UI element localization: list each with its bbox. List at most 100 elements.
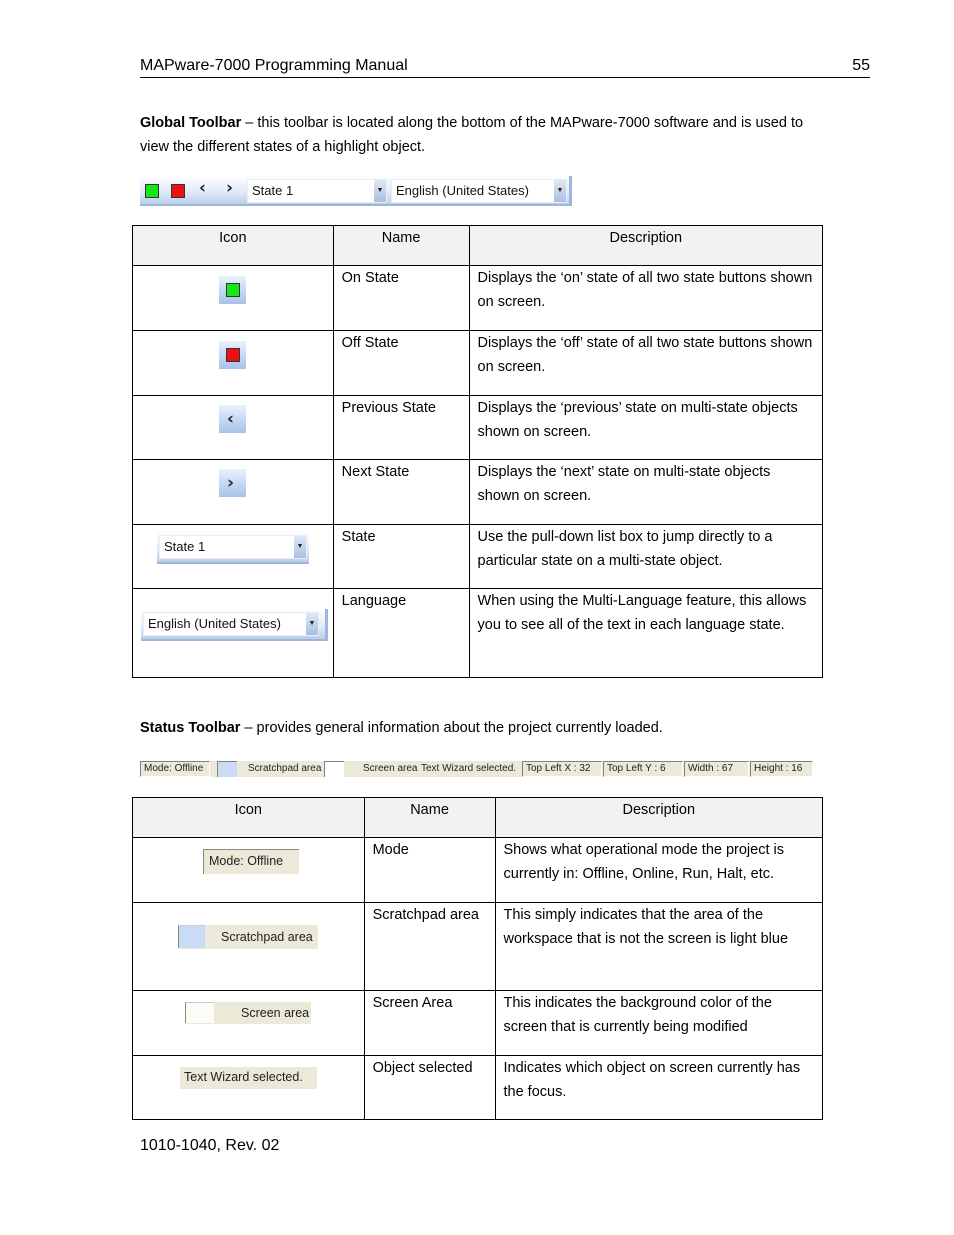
table-row: Scratchpad area Scratchpad area This sim… <box>132 902 823 991</box>
page-number: 55 <box>852 57 870 74</box>
description-cell: Use the pull-down list box to jump direc… <box>468 524 824 589</box>
name-cell: Mode <box>363 837 496 903</box>
scratchpad-color-swatch <box>217 761 237 777</box>
table-row: ‹ Previous State Displays the ‘previous’… <box>132 395 824 460</box>
column-header-description: Description <box>468 225 824 266</box>
icon-cell: Scratchpad area <box>132 902 365 991</box>
status-toolbar-intro: Status Toolbar – provides general inform… <box>140 716 830 740</box>
name-cell: Language <box>332 588 470 678</box>
description-cell: This indicates the background color of t… <box>494 990 823 1056</box>
language-select-value: English (United States) <box>148 616 281 631</box>
column-header-description: Description <box>494 797 823 838</box>
name-cell: State <box>332 524 470 589</box>
name-cell: Next State <box>332 459 470 525</box>
icon-cell: State 1 ▼ <box>132 524 334 589</box>
manual-title: MAPware-7000 Programming Manual <box>140 57 408 74</box>
icon-cell: Text Wizard selected. <box>132 1055 365 1120</box>
state-select: State 1 ▼ <box>159 535 307 559</box>
global-toolbar-intro: Global Toolbar – this toolbar is located… <box>140 111 830 159</box>
icon-cell: Mode: Offline <box>132 837 365 903</box>
mode-pane-image: Mode: Offline <box>203 849 299 874</box>
table-row: › Next State Displays the ‘next’ state o… <box>132 459 824 525</box>
chevron-down-icon[interactable]: ▼ <box>554 180 566 202</box>
name-cell: Object selected <box>363 1055 496 1120</box>
on-state-icon <box>219 276 246 304</box>
icon-cell: Screen area <box>132 990 365 1056</box>
width-pane: Width : 67 <box>684 761 749 777</box>
table-row: Screen area Screen Area This indicates t… <box>132 990 823 1056</box>
table-row: Mode: Offline Mode Shows what operationa… <box>132 837 823 903</box>
description-cell: Displays the ‘next’ state on multi-state… <box>468 459 824 525</box>
status-toolbar-heading: Status Toolbar <box>140 720 241 736</box>
chevron-right-icon: › <box>227 473 235 493</box>
name-cell: Screen Area <box>363 990 496 1056</box>
language-select: English (United States) ▼ <box>143 612 319 636</box>
table-row: English (United States) ▼ Language When … <box>132 588 824 678</box>
column-header-icon: Icon <box>132 225 334 266</box>
on-state-icon[interactable] <box>145 184 159 198</box>
selected-object-label: Text Wizard selected. <box>421 763 517 774</box>
column-header-name: Name <box>332 225 470 266</box>
name-cell: On State <box>332 265 470 331</box>
status-toolbar-table: Icon Name Description Mode: Offline Mode… <box>132 797 823 1120</box>
global-toolbar-table: Icon Name Description On State Displays … <box>132 225 824 678</box>
previous-state-icon: ‹ <box>219 405 246 433</box>
screen-color-swatch <box>324 761 344 777</box>
chevron-left-icon: ‹ <box>227 409 235 429</box>
screen-color-swatch <box>185 1002 214 1023</box>
top-left-y-pane: Top Left Y : 6 <box>603 761 683 777</box>
screen-label: Screen area <box>241 1006 310 1020</box>
global-toolbar-heading: Global Toolbar <box>140 115 242 131</box>
name-cell: Off State <box>332 330 470 396</box>
scratchpad-label: Scratchpad area <box>248 763 322 774</box>
chevron-down-icon: ▼ <box>306 613 318 635</box>
language-select-value: English (United States) <box>396 183 529 198</box>
language-dropdown-image: English (United States) ▼ <box>141 609 328 641</box>
description-cell: This simply indicates that the area of t… <box>494 902 823 991</box>
page-header: MAPware-7000 Programming Manual 55 <box>140 57 870 78</box>
scratchpad-label: Scratchpad area <box>221 930 313 944</box>
description-cell: When using the Multi-Language feature, t… <box>468 588 824 678</box>
icon-cell: › <box>132 459 334 525</box>
description-cell: Displays the ‘previous’ state on multi-s… <box>468 395 824 460</box>
icon-cell <box>132 265 334 331</box>
off-state-icon <box>219 341 246 369</box>
state-select-value: State 1 <box>164 539 206 554</box>
height-pane: Height : 16 <box>750 761 813 777</box>
table-row: State 1 ▼ State Use the pull-down list b… <box>132 524 824 589</box>
status-toolbar: Mode: Offline Scratchpad area Screen are… <box>140 761 813 777</box>
table-row: On State Displays the ‘on’ state of all … <box>132 265 824 331</box>
icon-cell: ‹ <box>132 395 334 460</box>
chevron-left-icon[interactable]: ‹ <box>199 178 206 198</box>
chevron-down-icon[interactable]: ▼ <box>374 180 386 202</box>
icon-cell <box>132 330 334 396</box>
column-header-icon: Icon <box>132 797 365 838</box>
mode-pane: Mode: Offline <box>140 761 210 777</box>
table-row: Off State Displays the ‘off’ state of al… <box>132 330 824 396</box>
table-row: Text Wizard selected. Object selected In… <box>132 1055 823 1120</box>
status-toolbar-text: – provides general information about the… <box>240 720 663 736</box>
off-state-icon[interactable] <box>171 184 185 198</box>
description-cell: Displays the ‘on’ state of all two state… <box>468 265 824 331</box>
state-select-value: State 1 <box>252 183 294 198</box>
description-cell: Displays the ‘off’ state of all two stat… <box>468 330 824 396</box>
global-toolbar: ‹ › State 1 ▼ English (United States) ▼ <box>140 176 572 206</box>
selected-object-pane-image: Text Wizard selected. <box>180 1067 317 1089</box>
next-state-icon: › <box>219 469 246 497</box>
chevron-right-icon[interactable]: › <box>226 178 233 198</box>
name-cell: Scratchpad area <box>363 902 496 991</box>
screen-label: Screen area <box>363 763 418 774</box>
top-left-x-pane: Top Left X : 32 <box>522 761 602 777</box>
scratchpad-pane-image: Scratchpad area <box>178 925 318 949</box>
language-select[interactable]: English (United States) ▼ <box>391 179 567 203</box>
state-dropdown-image: State 1 ▼ <box>157 532 309 564</box>
page-footer: 1010-1040, Rev. 02 <box>140 1137 280 1154</box>
icon-cell: English (United States) ▼ <box>132 588 334 678</box>
chevron-down-icon: ▼ <box>294 536 306 558</box>
column-header-name: Name <box>363 797 496 838</box>
description-cell: Indicates which object on screen current… <box>494 1055 823 1120</box>
screen-pane-image: Screen area <box>185 1002 311 1024</box>
name-cell: Previous State <box>332 395 470 460</box>
state-select[interactable]: State 1 ▼ <box>247 179 387 203</box>
description-cell: Shows what operational mode the project … <box>494 837 823 903</box>
